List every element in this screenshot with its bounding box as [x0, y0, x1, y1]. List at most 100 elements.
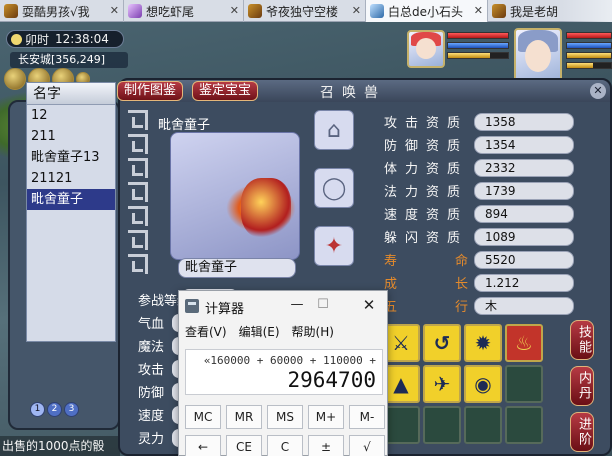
aptitude-row: 防御资质 1354: [384, 133, 574, 156]
page-button-3[interactable]: 3: [64, 402, 79, 417]
list-item[interactable]: 毗舍童子13: [27, 147, 115, 168]
game-icon: [4, 4, 18, 18]
pet-avatar[interactable]: [407, 30, 445, 68]
equip-slot-1[interactable]: ⌂: [314, 110, 354, 150]
close-icon[interactable]: ✕: [110, 4, 119, 17]
time-label: 12:38:04: [55, 32, 109, 46]
hud: 卯时 12:38:04 长安城[356,249]: [2, 24, 132, 90]
key-ce[interactable]: CE: [226, 435, 262, 456]
eye-skill-icon[interactable]: ◉: [464, 365, 502, 403]
close-icon[interactable]: ✕: [230, 4, 239, 17]
calculator-expression: «160000 + 60000 + 110000 +: [203, 354, 376, 367]
tab-4[interactable]: 白总de小石头 ✕: [366, 0, 488, 22]
player-sp-bar: [566, 52, 612, 59]
inner-core-button[interactable]: 内丹: [570, 366, 594, 406]
key-sign[interactable]: ±: [308, 435, 344, 456]
maximize-icon[interactable]: ☐: [313, 295, 333, 315]
close-icon[interactable]: ✕: [352, 4, 361, 17]
time-bar: 卯时 12:38:04: [6, 30, 124, 48]
tab-1[interactable]: 耍酷男孩√我 ✕: [0, 0, 124, 22]
game-icon: [370, 4, 384, 18]
lifespan-value: 5520: [474, 250, 574, 269]
key-mc[interactable]: MC: [185, 405, 221, 429]
stat-label: 速度: [138, 409, 165, 424]
empty-skill-slot: [423, 406, 461, 444]
growth-row: 成长 1.212: [384, 271, 574, 294]
tab-label: 白总de小石头: [388, 4, 464, 19]
swirl-skill-icon[interactable]: ↺: [423, 324, 461, 362]
appraise-button[interactable]: 鉴定宝宝: [192, 81, 259, 101]
aptitude-value: 1739: [474, 181, 574, 200]
list-item[interactable]: 21121: [27, 168, 115, 189]
aptitude-row: 速度资质 894: [384, 202, 574, 225]
calculator-title-bar[interactable]: 计算器 — ☐ ✕: [179, 291, 387, 321]
element-label: 五行: [384, 300, 468, 315]
aptitude-list: 攻击资质 1358 防御资质 1354 体力资质 2332 法力资质 1739 速度资质…: [384, 110, 574, 317]
wing-skill-icon[interactable]: ✈: [423, 365, 461, 403]
equip-slot-3[interactable]: ✦: [314, 226, 354, 266]
element-row: 五行木: [384, 294, 574, 317]
minimize-icon[interactable]: —: [287, 295, 307, 315]
tab-2[interactable]: 想吃虾尾 ✕: [124, 0, 244, 22]
menu-view[interactable]: 查看(V): [185, 323, 227, 340]
game-icon: [492, 4, 506, 18]
list-item-selected[interactable]: 毗舍童子: [27, 189, 115, 210]
tab-bar: 耍酷男孩√我 ✕ 想吃虾尾 ✕ 爷夜独守空楼 ✕ 白总de小石头 ✕ 我是老胡: [0, 0, 612, 22]
location-label: 长安城[356,249]: [10, 52, 128, 68]
aptitude-label: 防御资质: [384, 139, 469, 154]
close-icon[interactable]: ✕: [474, 4, 483, 17]
player-hp-bar: [566, 32, 612, 39]
aptitude-value: 1089: [474, 227, 574, 246]
calculator-title: 计算器: [205, 302, 245, 317]
aptitude-label: 体力资质: [384, 162, 469, 177]
pet-mp-bar: [447, 42, 509, 49]
aptitude-label: 攻击资质: [384, 116, 469, 131]
pet-name-heading: 毗舍童子: [158, 118, 211, 133]
page-button-1[interactable]: 1: [30, 402, 45, 417]
key-c[interactable]: C: [267, 435, 303, 456]
empty-skill-slot: [505, 365, 543, 403]
map-icon[interactable]: [4, 68, 26, 90]
handbook-button[interactable]: 制作图鉴: [117, 81, 184, 101]
key-m-plus[interactable]: M+: [308, 405, 344, 429]
calculator-menu: 查看(V) 编辑(E) 帮助(H): [185, 323, 334, 340]
calculator-window: 计算器 — ☐ ✕ 查看(V) 编辑(E) 帮助(H) «160000 + 60…: [178, 290, 388, 456]
growth-label: 成长: [384, 277, 468, 292]
aptitude-value: 894: [474, 204, 574, 223]
close-icon[interactable]: ✕: [590, 83, 606, 99]
summon-title: 召唤兽: [320, 85, 386, 101]
key-mr[interactable]: MR: [226, 405, 262, 429]
stat-label: 攻击: [138, 363, 165, 378]
sun-skill-icon[interactable]: ✹: [464, 324, 502, 362]
aptitude-row: 体力资质 2332: [384, 156, 574, 179]
lifespan-row: 寿命 5520: [384, 248, 574, 271]
key-sqrt[interactable]: √: [349, 435, 385, 456]
menu-edit[interactable]: 编辑(E): [239, 323, 280, 340]
aptitude-label: 躲闪资质: [384, 231, 469, 246]
key-m-minus[interactable]: M-: [349, 405, 385, 429]
calculator-icon: [185, 299, 199, 313]
aptitude-label: 速度资质: [384, 208, 469, 223]
list-item[interactable]: 211: [27, 126, 115, 147]
aptitude-row: 攻击资质 1358: [384, 110, 574, 133]
pet-hp-bar: [447, 32, 509, 39]
close-icon[interactable]: ✕: [359, 295, 379, 315]
tab-3[interactable]: 爷夜独守空楼 ✕: [244, 0, 366, 22]
aptitude-value: 1354: [474, 135, 574, 154]
equip-slot-2[interactable]: ◯: [314, 168, 354, 208]
key-ms[interactable]: MS: [267, 405, 303, 429]
flame-skill-icon[interactable]: ♨: [505, 324, 543, 362]
advance-button[interactable]: 进阶: [570, 412, 594, 452]
avatar-face: [415, 38, 437, 59]
skills-button[interactable]: 技能: [570, 320, 594, 360]
page-button-2[interactable]: 2: [47, 402, 62, 417]
menu-help[interactable]: 帮助(H): [292, 323, 334, 340]
element-value: 木: [474, 296, 574, 315]
player-exp-bar: [566, 62, 612, 69]
pet-preview: [170, 132, 300, 260]
list-item[interactable]: 12: [27, 105, 115, 126]
pet-name-field[interactable]: 毗舍童子: [178, 258, 296, 278]
game-icon: [128, 4, 142, 18]
skill-grid: ⚔ ↺ ✹ ♨ ▲ ✈ ◉: [382, 324, 550, 456]
key-backspace[interactable]: ←: [185, 435, 221, 456]
